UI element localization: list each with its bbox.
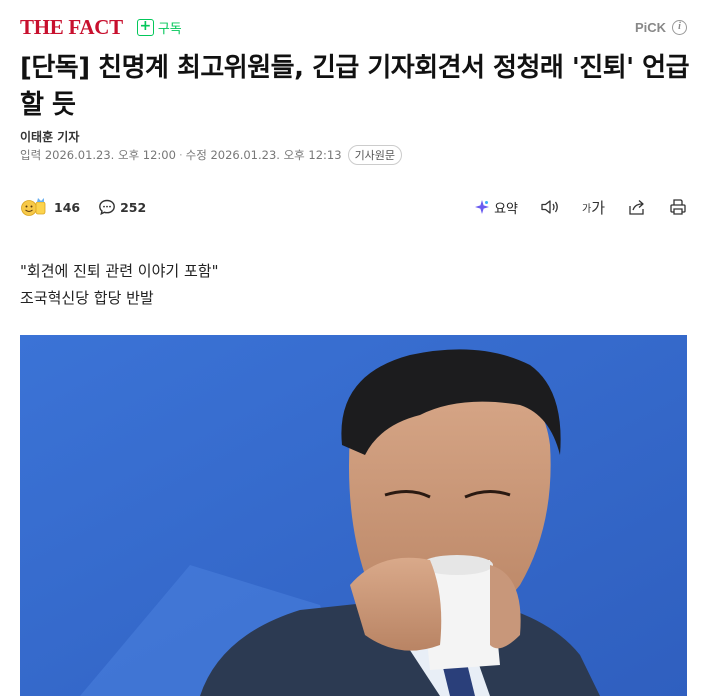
plus-icon: + xyxy=(136,18,154,36)
comment-button[interactable]: 252 xyxy=(98,198,146,216)
top-bar: THE FACT + 구독 PiCK i xyxy=(20,14,687,40)
print-button[interactable] xyxy=(669,198,687,216)
share-icon xyxy=(629,200,644,215)
article-subheadings: "회견에 진퇴 관련 이야기 포함" 조국혁신당 합당 반발 xyxy=(20,258,218,312)
original-article-button[interactable]: 기사원문 xyxy=(347,145,403,165)
action-bar: 146 252 요약 가가 xyxy=(20,196,687,218)
subscribe-label: 구독 xyxy=(157,21,182,37)
font-big-label: 가 xyxy=(591,198,605,217)
photo-illustration xyxy=(20,335,687,696)
modified-label: 수정 xyxy=(185,148,207,162)
input-label: 입력 xyxy=(20,148,42,162)
article-headline: [단독] 친명계 최고위원들, 긴급 기자회견서 정청래 '진퇴' 언급할 듯 xyxy=(20,53,690,120)
article-tools: 요약 가가 xyxy=(452,197,687,218)
input-date: 2026.01.23. 오후 12:00 xyxy=(44,148,176,162)
reaction-count: 146 xyxy=(54,199,81,215)
share-button[interactable] xyxy=(627,198,647,216)
modified-date: 2026.01.23. 오후 12:13 xyxy=(210,148,342,162)
reporter-name[interactable]: 이태훈 기자 xyxy=(20,128,79,145)
press-logo[interactable]: THE FACT xyxy=(20,15,123,40)
subheading-1: "회견에 진퇴 관련 이야기 포함" xyxy=(20,262,219,280)
date-separator: · xyxy=(178,148,183,162)
ai-sparkle-icon xyxy=(475,200,490,214)
comment-icon xyxy=(99,199,115,216)
subheading-2: 조국혁신당 합당 반발 xyxy=(20,289,154,307)
reaction-button[interactable]: 146 xyxy=(20,197,80,217)
summary-label: 요약 xyxy=(494,201,518,217)
print-icon xyxy=(670,199,686,215)
article-dates: 입력 2026.01.23. 오후 12:00 · 수정 2026.01.23.… xyxy=(20,145,403,165)
font-size-button[interactable]: 가가 xyxy=(582,197,605,218)
reaction-emoji-icon xyxy=(21,198,46,216)
article-photo[interactable] xyxy=(20,335,687,696)
summary-button[interactable]: 요약 xyxy=(474,198,518,217)
pick-badge[interactable]: PiCK i xyxy=(634,19,687,35)
speaker-icon xyxy=(541,200,558,214)
pick-label: PiCK xyxy=(634,19,666,35)
subscribe-button[interactable]: + 구독 xyxy=(136,18,182,37)
listen-button[interactable] xyxy=(540,198,560,216)
font-small-label: 가 xyxy=(581,203,592,215)
info-icon[interactable]: i xyxy=(672,19,687,35)
comment-count: 252 xyxy=(120,199,147,215)
